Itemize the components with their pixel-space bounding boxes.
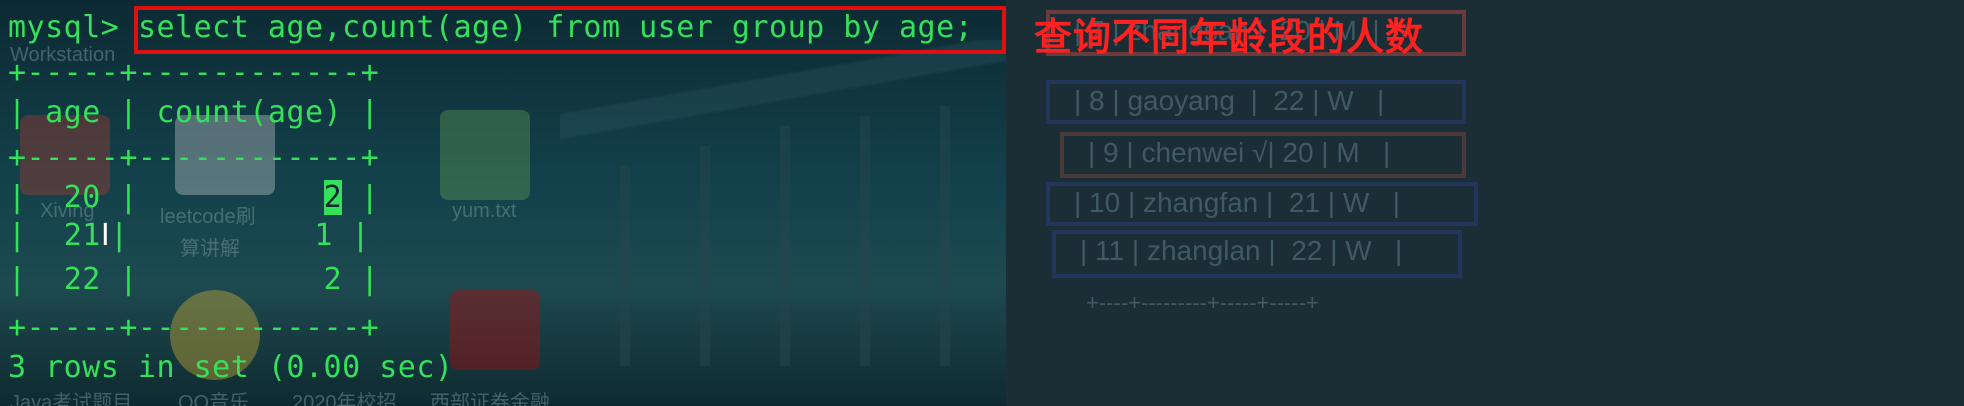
desktop-icon-excel	[440, 110, 530, 200]
desktop-label: QQ音乐	[178, 392, 250, 406]
table-header-row: | age | count(age) |	[8, 95, 380, 130]
wallpaper-pillar	[940, 106, 950, 366]
reference-row: | 9 | chenwei √| 20 | M |	[1060, 132, 1466, 178]
table-border-top: +-----+------------+	[8, 55, 380, 90]
reference-row: | 8 | gaoyang | 22 | W |	[1046, 80, 1466, 124]
mysql-prompt: mysql>	[8, 10, 120, 45]
desktop-label: Java考试题目	[10, 392, 133, 406]
age-cell: 21	[63, 218, 101, 253]
wallpaper-pillar	[700, 146, 710, 366]
age-cell: 20	[63, 180, 101, 215]
age-cell: 22	[63, 262, 101, 297]
wallpaper-pillar	[860, 116, 870, 366]
count-cell: 1	[314, 218, 333, 253]
terminal-window[interactable]: Workstation Xiving leetcode刷 算讲解 yum.txt…	[0, 0, 1006, 406]
desktop-label: 西部证券金融	[430, 392, 550, 406]
text-cursor-icon: I	[100, 218, 111, 253]
desktop-label: 2020年校招	[292, 392, 397, 406]
reference-row: | 10 | zhangfan | 21 | W |	[1046, 182, 1478, 226]
count-cell: 2	[323, 262, 343, 297]
wallpaper-pillar	[780, 126, 790, 366]
table-border-bottom: +-----+------------+	[8, 310, 380, 345]
wallpaper-pillar	[620, 166, 630, 366]
table-border-mid: +-----+------------+	[8, 140, 380, 175]
result-summary: 3 rows in set (0.00 sec)	[8, 350, 454, 385]
table-row: | 22 | 2 |	[8, 262, 380, 297]
desktop-label: yum.txt	[452, 200, 517, 222]
command-highlight-box	[134, 6, 1006, 54]
table-row: | 21I| 1 |	[8, 218, 371, 253]
reference-border: +----+---------+-----+-----+	[1086, 290, 1319, 315]
table-row: | 20 | 2 |	[8, 180, 380, 215]
reference-row: | 11 | zhanglan | 22 | W |	[1052, 230, 1462, 278]
desktop-icon-securities	[450, 290, 540, 370]
annotation-label: 查询不同年龄段的人数	[1034, 15, 1425, 59]
count-cell-cursor[interactable]: 2	[323, 180, 343, 215]
